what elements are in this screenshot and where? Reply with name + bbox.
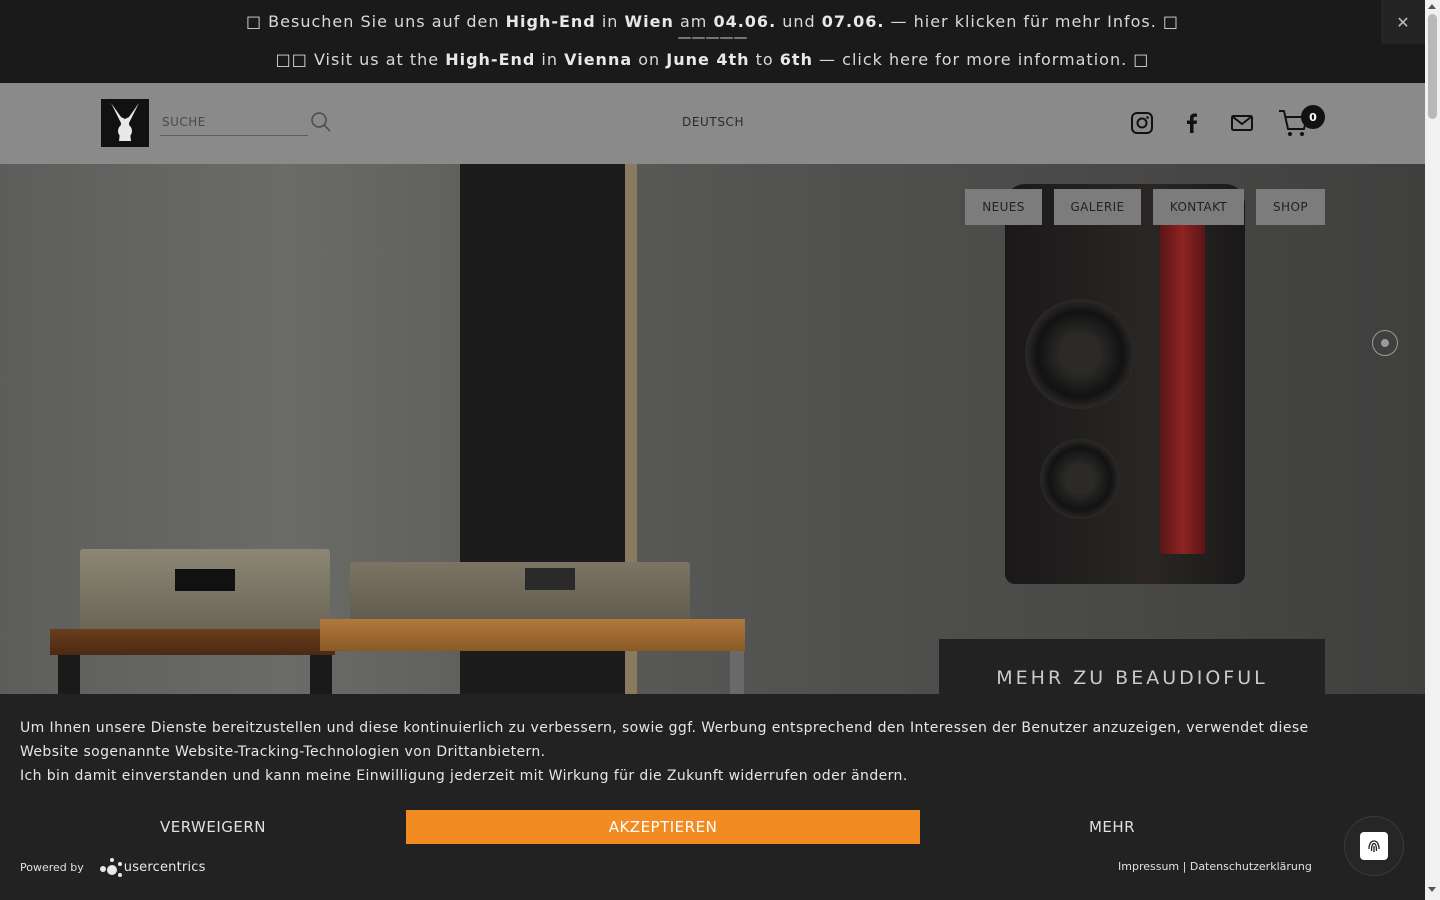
amp-display bbox=[525, 568, 575, 590]
mail-icon bbox=[1231, 115, 1253, 131]
search-icon bbox=[311, 112, 331, 132]
powered-by: Powered by usercentrics bbox=[20, 856, 206, 878]
announcement-line-english[interactable]: □□ Visit us at the High-End in Vienna on… bbox=[0, 50, 1425, 69]
impressum-link[interactable]: Impressum bbox=[1118, 860, 1179, 873]
search-box bbox=[160, 109, 308, 136]
emoji-icon: □ bbox=[1162, 12, 1180, 31]
amp-display bbox=[175, 569, 235, 591]
cookie-text-main: Um Ihnen unsere Dienste bereitzustellen … bbox=[20, 720, 1309, 760]
cookie-text: Um Ihnen unsere Dienste bereitzustellen … bbox=[20, 716, 1360, 788]
privacy-settings-button[interactable] bbox=[1344, 816, 1404, 876]
announcement-close-button[interactable]: ✕ bbox=[1381, 0, 1425, 44]
scroll-up-arrow-icon[interactable] bbox=[1428, 4, 1436, 9]
link-separator: | bbox=[1179, 860, 1190, 873]
hero-stand-top bbox=[320, 619, 745, 651]
hero-stand-top bbox=[50, 629, 335, 655]
hero-speaker-woofer bbox=[1025, 299, 1135, 409]
instagram-link[interactable] bbox=[1130, 111, 1154, 135]
scroll-down-arrow-icon[interactable] bbox=[1428, 887, 1436, 892]
facebook-icon bbox=[1187, 113, 1197, 133]
cookie-footer-links: Impressum | Datenschutzerklärung bbox=[1118, 860, 1312, 873]
privacy-link[interactable]: Datenschutzerklärung bbox=[1190, 860, 1312, 873]
hero-amplifier-right bbox=[350, 562, 690, 622]
scrollbar-thumb[interactable] bbox=[1428, 14, 1437, 119]
usercentrics-logo[interactable]: usercentrics bbox=[98, 856, 206, 878]
cookie-consent-banner: Um Ihnen unsere Dienste bereitzustellen … bbox=[0, 694, 1425, 900]
slider-dot-indicator bbox=[1381, 339, 1389, 347]
language-switcher[interactable]: DEUTSCH bbox=[682, 115, 744, 129]
emoji-icon: □ bbox=[1133, 50, 1150, 69]
fingerprint-icon bbox=[1368, 840, 1380, 852]
facebook-link[interactable] bbox=[1180, 111, 1204, 135]
hero-amplifier-left bbox=[80, 549, 330, 629]
hero-stand-leg bbox=[58, 655, 80, 694]
hero-stand-leg bbox=[310, 655, 332, 694]
cart-count-badge: 0 bbox=[1301, 105, 1325, 129]
close-icon: ✕ bbox=[1396, 12, 1410, 32]
rabbit-logo-icon bbox=[111, 103, 139, 141]
emoji-icon: □ bbox=[245, 12, 263, 31]
nav-neues[interactable]: NEUES bbox=[965, 189, 1042, 225]
nav-kontakt[interactable]: KONTAKT bbox=[1153, 189, 1244, 225]
more-button[interactable]: MEHR bbox=[920, 810, 1304, 844]
usercentrics-icon bbox=[99, 858, 122, 877]
hero-image: NEUES GALERIE KONTAKT SHOP MEHR ZU BEAUD… bbox=[0, 164, 1425, 694]
search-input[interactable] bbox=[160, 109, 308, 135]
flag-icon: □□ bbox=[275, 50, 308, 69]
announcement-bar[interactable]: □ Besuchen Sie uns auf den High-End in W… bbox=[0, 0, 1425, 83]
powered-by-label: Powered by bbox=[20, 860, 84, 874]
mail-link[interactable] bbox=[1230, 111, 1254, 135]
search-button[interactable] bbox=[310, 111, 332, 133]
slider-dot[interactable] bbox=[1372, 330, 1398, 356]
site-header: DEUTSCH 0 bbox=[0, 83, 1425, 164]
deny-button[interactable]: VERWEIGERN bbox=[20, 810, 406, 844]
cookie-text-consent: Ich bin damit einverstanden und kann mei… bbox=[20, 768, 908, 784]
site-logo[interactable] bbox=[101, 99, 149, 147]
hero-speaker-side bbox=[1160, 214, 1205, 554]
page-scrollbar[interactable] bbox=[1425, 0, 1440, 900]
hero-speaker-tweeter bbox=[1040, 439, 1120, 519]
nav-shop[interactable]: SHOP bbox=[1256, 189, 1325, 225]
announcement-line-german[interactable]: □ Besuchen Sie uns auf den High-End in W… bbox=[0, 12, 1425, 31]
usercentrics-wordmark: usercentrics bbox=[123, 859, 206, 875]
announcement-divider: ————— bbox=[677, 30, 748, 46]
nav-galerie[interactable]: GALERIE bbox=[1054, 189, 1141, 225]
more-about-button[interactable]: MEHR ZU BEAUDIOFUL bbox=[939, 639, 1325, 694]
instagram-icon bbox=[1131, 112, 1153, 134]
privacy-settings-badge bbox=[1360, 832, 1388, 860]
hero-stand-leg bbox=[730, 651, 744, 694]
accept-button[interactable]: AKZEPTIEREN bbox=[406, 810, 920, 844]
